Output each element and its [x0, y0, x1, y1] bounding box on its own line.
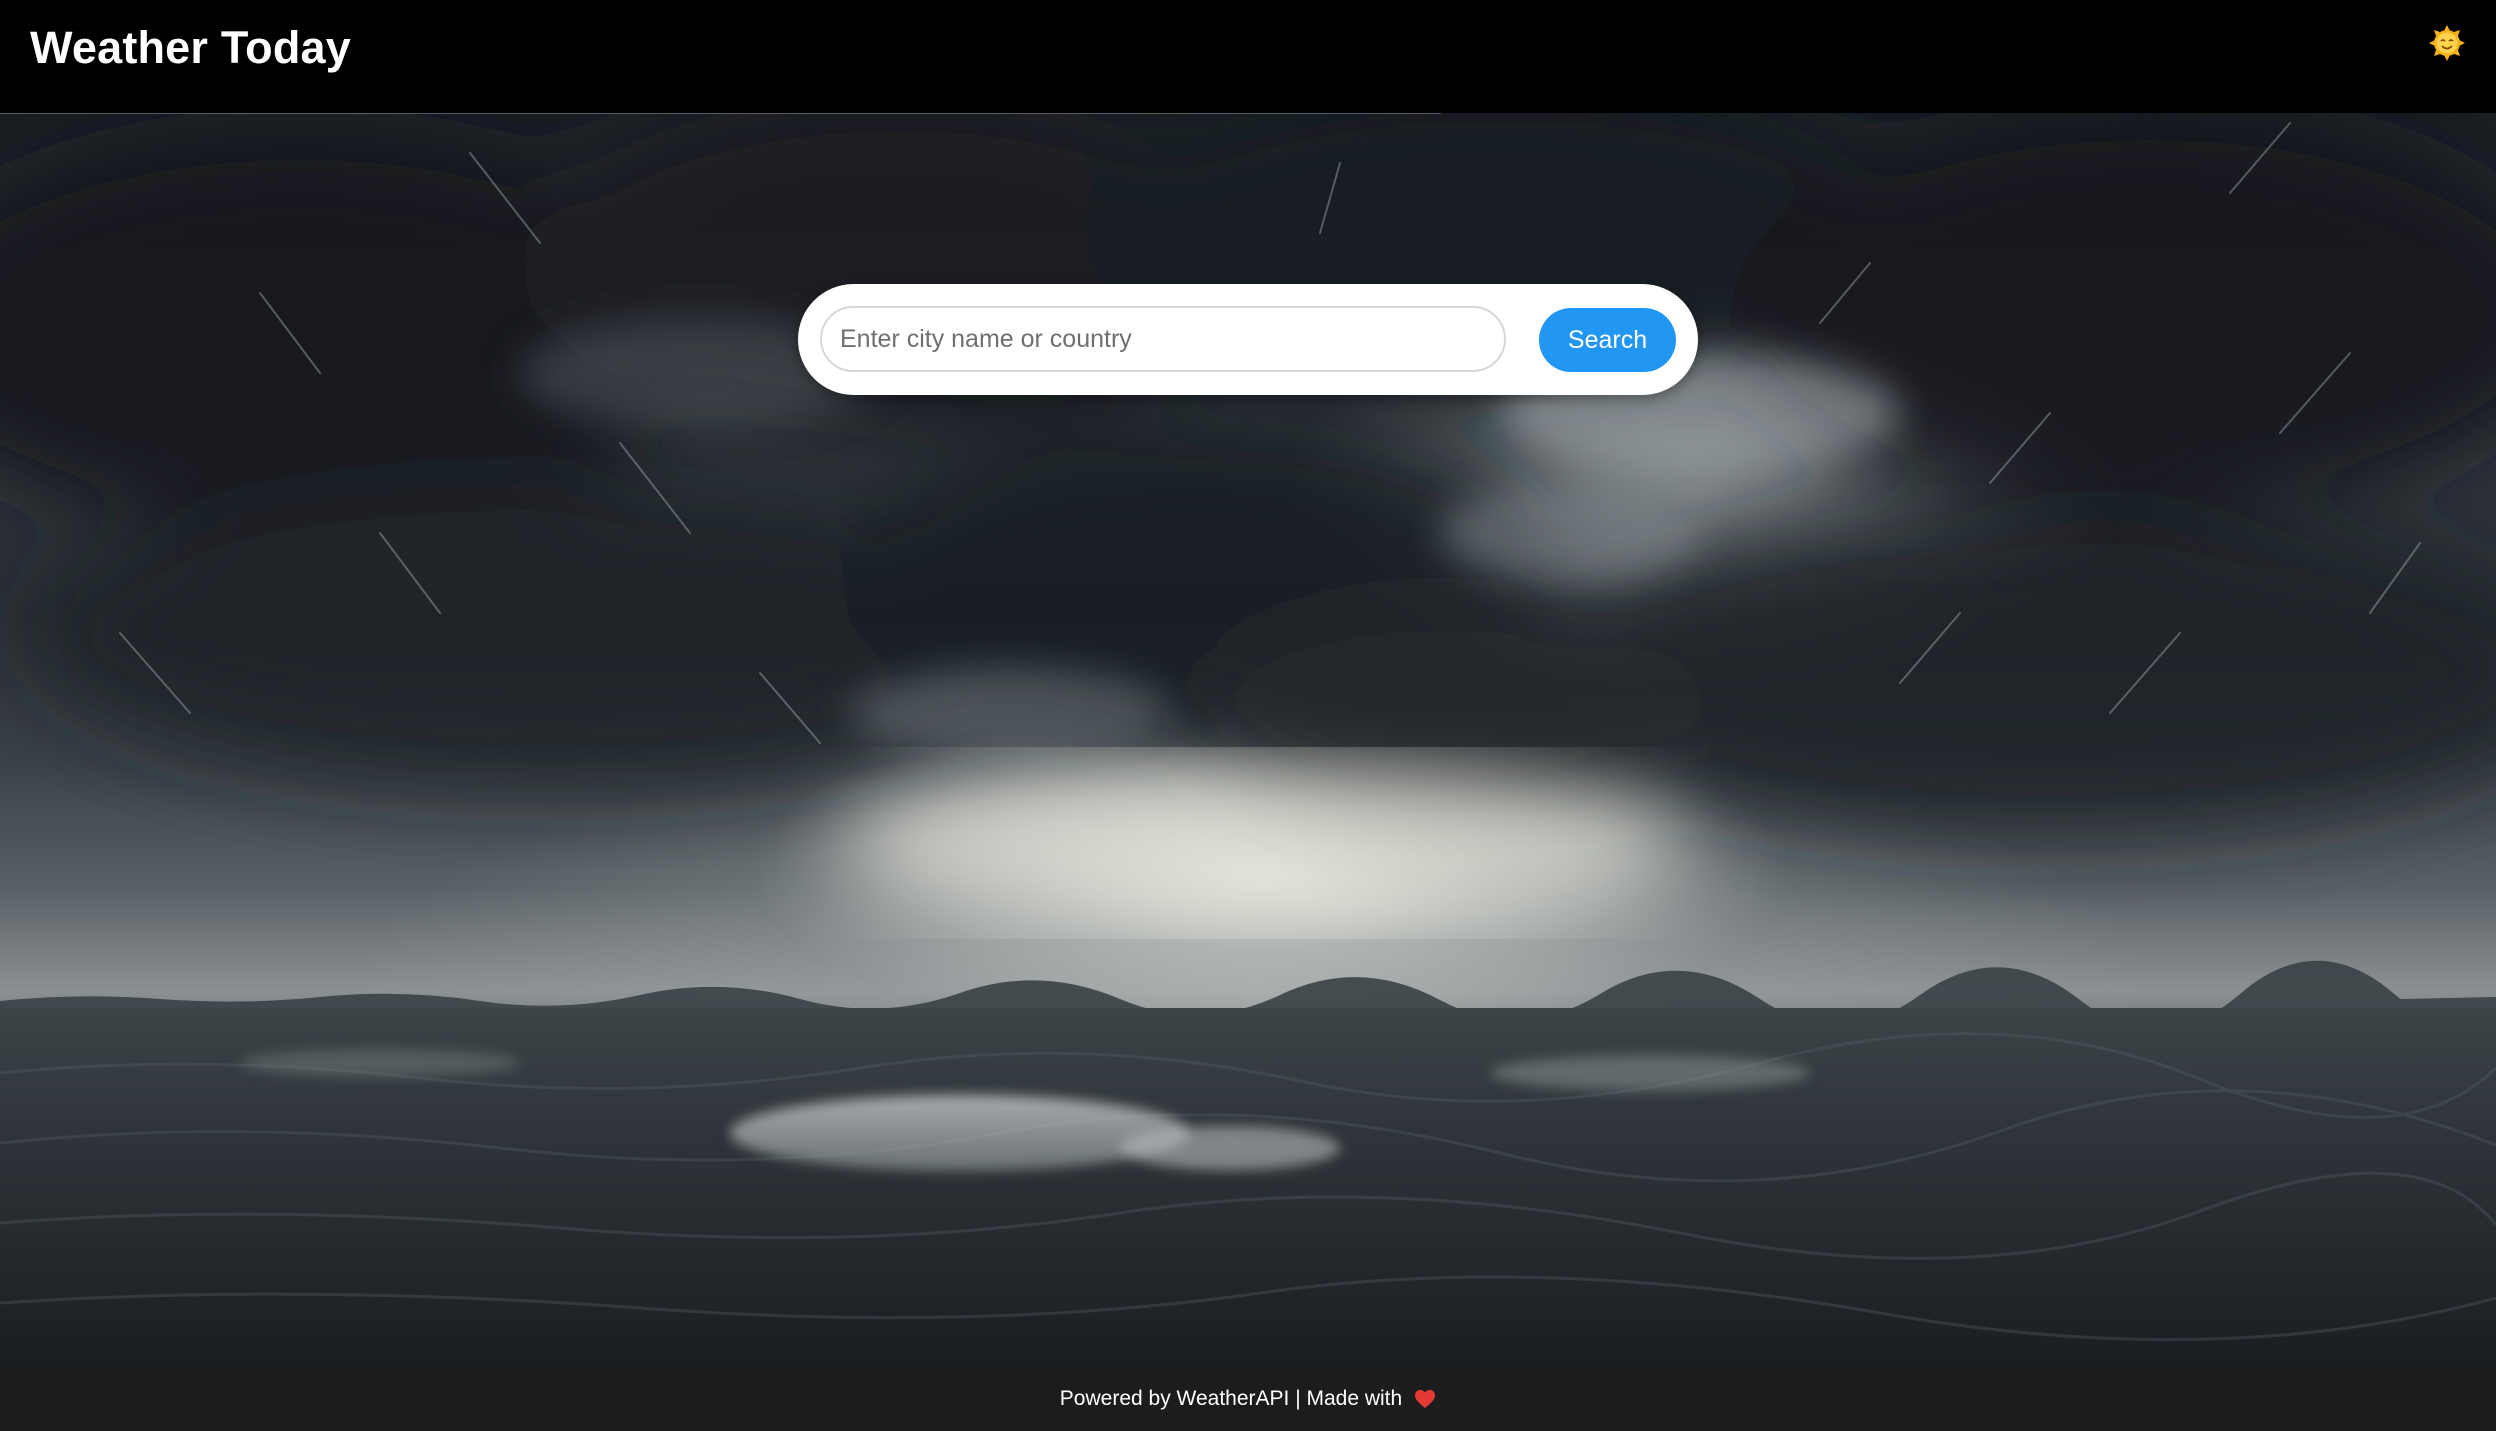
footer: Powered by WeatherAPI | Made with	[0, 1367, 2496, 1431]
top-header: Weather Today	[0, 0, 2496, 113]
search-input[interactable]	[820, 306, 1506, 372]
app-title: Weather Today	[30, 22, 352, 73]
heart-icon	[1415, 1389, 1436, 1409]
footer-credit-text: Powered by WeatherAPI | Made with	[1059, 1387, 1403, 1410]
search-card: Search	[798, 284, 1698, 395]
theme-toggle-button[interactable]	[2428, 24, 2466, 62]
sun-face-icon	[2429, 25, 2465, 61]
search-button[interactable]: Search	[1539, 308, 1676, 372]
weather-app-page: Weather Today Enter city name or country…	[0, 0, 2496, 1431]
